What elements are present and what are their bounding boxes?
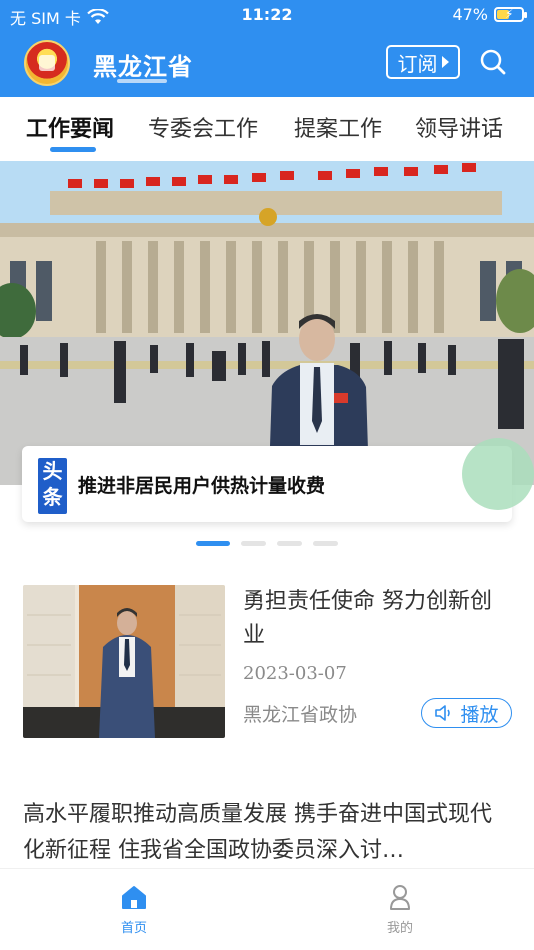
tab-leader-speeches[interactable]: 领导讲话: [415, 111, 503, 143]
battery-percent: 47%: [452, 5, 488, 24]
play-label: 播放: [460, 703, 499, 726]
tab-work-news[interactable]: 工作要闻: [26, 111, 114, 143]
banner-image[interactable]: [0, 161, 534, 485]
headline-badge: 头条: [38, 458, 67, 514]
app-header: 无 SIM 卡 11:22 47% ⚡ 黑龙江省 订阅: [0, 0, 534, 97]
subscribe-button[interactable]: 订阅: [386, 45, 460, 79]
charging-bolt-icon: ⚡: [505, 7, 514, 21]
home-icon: [122, 886, 146, 909]
tabbar-home-label: 首页: [120, 921, 147, 936]
region-title-underline: [117, 79, 167, 83]
tabbar-profile-label: 我的: [386, 921, 413, 936]
carousel-dot[interactable]: [196, 541, 230, 546]
search-icon[interactable]: [479, 48, 507, 76]
article-item[interactable]: 勇担责任使命 努力创新创业 2023-03-07 黑龙江省政协 播放: [0, 582, 534, 742]
banner-illustration: [0, 161, 534, 485]
profile-icon: [390, 885, 410, 910]
article-title: 勇担责任使命 努力创新创业: [243, 589, 492, 648]
status-bar: 无 SIM 卡 11:22 47% ⚡: [0, 0, 534, 30]
carousel-dot[interactable]: [313, 541, 338, 546]
article-source: 黑龙江省政协: [243, 704, 358, 726]
region-title[interactable]: 黑龙江省: [93, 47, 193, 82]
carousel-dot[interactable]: [241, 541, 266, 546]
article-date: 2023-03-07: [243, 663, 347, 684]
top-nav: 黑龙江省 订阅: [0, 30, 534, 97]
battery-icon: ⚡: [494, 7, 527, 22]
subscribe-label: 订阅: [397, 51, 438, 76]
play-audio-button[interactable]: 播放: [421, 698, 512, 728]
article-thumbnail: [23, 585, 225, 738]
tab-proposal-work[interactable]: 提案工作: [294, 111, 382, 143]
speaker-icon: [435, 705, 451, 721]
tabbar-home[interactable]: 首页: [94, 883, 174, 936]
tabbar-profile[interactable]: 我的: [360, 883, 440, 936]
status-right: 47% ⚡: [452, 5, 527, 24]
headline-card[interactable]: 头条 推进非居民用户供热计量收费: [22, 446, 512, 522]
carousel-dot[interactable]: [277, 541, 302, 546]
active-tab-indicator: [50, 147, 96, 152]
play-triangle-icon: [441, 56, 449, 68]
headline-text: 推进非居民用户供热计量收费: [78, 475, 326, 497]
carousel-dots: [196, 541, 338, 547]
bottom-tab-bar: 首页 我的: [0, 868, 534, 950]
tab-committee-work[interactable]: 专委会工作: [148, 111, 258, 143]
thumbnail-illustration: [23, 585, 225, 738]
emblem-icon: [24, 40, 70, 86]
floating-action-dot[interactable]: [462, 438, 534, 510]
article-item-title[interactable]: 高水平履职推动高质量发展 携手奋进中国式现代化新征程 住我省全国政协委员深入讨…: [23, 797, 513, 869]
